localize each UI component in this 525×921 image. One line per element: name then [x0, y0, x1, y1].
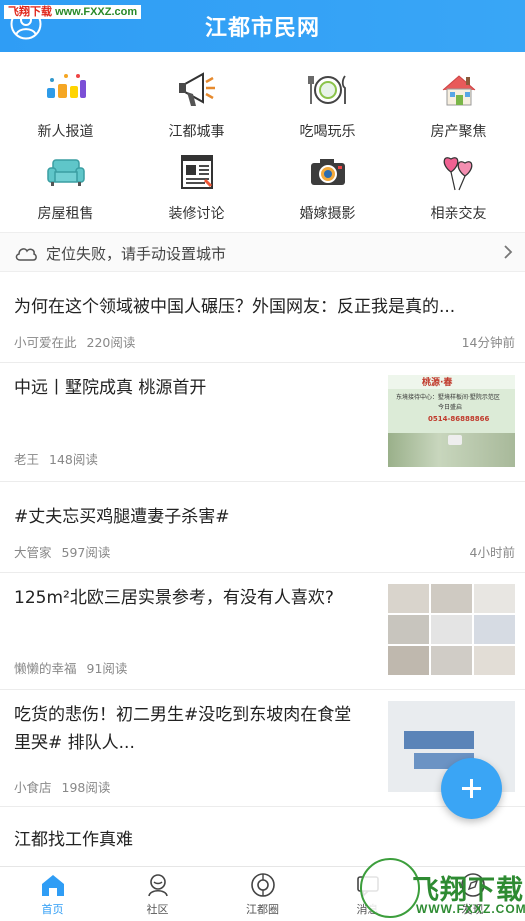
category-dating[interactable]: 相亲交友 [393, 150, 524, 223]
circle-icon [250, 873, 275, 897]
cloud-icon [15, 248, 37, 261]
plus-icon-vertical [470, 779, 473, 798]
thumb-tile [474, 584, 515, 613]
camera-icon [310, 159, 345, 185]
feed-item-title: #丈夫忘买鸡腿遭妻子杀害# [14, 507, 230, 527]
tab-label: 社区 [146, 903, 169, 916]
tab-label: 首页 [41, 903, 64, 916]
thumb-tile [388, 646, 429, 675]
feed-item-time: 14分钟前 [461, 335, 515, 350]
feed-item[interactable]: 为何在这个领域被中国人碾压？外国网友：反正我是真的... 小可爱在此 220阅读 … [0, 273, 525, 363]
feed-item-thumbnail: 桃源·春 东境接待中心：墅境样板间·墅院示范区 今日盛启 0514-868888… [388, 375, 515, 467]
add-post-button[interactable] [441, 758, 502, 819]
thumb-tile [388, 584, 429, 613]
category-rental[interactable]: 房屋租售 [0, 150, 131, 223]
feed-item-title: 125m²北欧三居实景参考，有没有人喜欢? [14, 588, 334, 608]
thumb-tile [431, 615, 472, 644]
feed-item-author: 懒懒的幸福 [14, 661, 77, 676]
category-real-estate[interactable]: 房产聚焦 [393, 68, 524, 141]
category-decoration[interactable]: 装修讨论 [131, 150, 262, 223]
feed-item-title: 为何在这个领域被中国人碾压？外国网友：反正我是真的... [14, 297, 456, 317]
thumb-tile [431, 646, 472, 675]
top-header: 飞翔下载 www.FXXZ.com 江都市民网 [0, 0, 525, 52]
feed-item-meta: 大管家 597阅读 [14, 542, 110, 561]
video-play-icon [448, 435, 462, 445]
category-new-member[interactable]: 新人报道 [0, 68, 131, 141]
house-icon [442, 75, 475, 106]
feed-item[interactable]: #丈夫忘买鸡腿遭妻子杀害# 大管家 597阅读 4小时前 [0, 483, 525, 573]
feed-item-meta: 老王 148阅读 [14, 449, 98, 468]
thumb-tile [388, 615, 429, 644]
feed-item-reads: 220阅读 [86, 335, 136, 350]
category-label: 婚嫁摄影 [299, 206, 356, 222]
feed-item[interactable]: 125m²北欧三居实景参考，有没有人喜欢? 懒懒的幸福 91阅读 [0, 574, 525, 690]
community-icon [147, 874, 168, 897]
tab-community[interactable]: 社区 [105, 871, 210, 917]
feed-item-title: 江都找工作真难 [14, 830, 133, 850]
heart-balloon-icon [443, 157, 472, 191]
feed-item-reads: 198阅读 [61, 780, 111, 795]
category-label: 江都城事 [168, 124, 225, 140]
feed-item-author: 小食店 [14, 780, 52, 795]
category-label: 新人报道 [37, 124, 94, 140]
feed-item-meta: 懒懒的幸福 91阅读 [14, 658, 127, 677]
feed-item-title: 吃货的悲伤！初二男生#没吃到东坡肉在食堂 [14, 705, 352, 725]
megaphone-icon [178, 72, 215, 106]
thumb-tile [474, 646, 515, 675]
category-wedding-photo[interactable]: 婚嫁摄影 [262, 150, 393, 223]
blueprint-icon [180, 155, 213, 189]
feed-item[interactable]: 中远丨墅院成真 桃源首开 老王 148阅读 桃源·春 东境接待中心：墅境样板间·墅… [0, 364, 525, 482]
watermark-logo-icon [360, 858, 420, 918]
feed-item-title-line2: 里哭# 排队人... [14, 733, 135, 753]
watermark-logo: 飞翔下载 WWW.FXXZ.COM [360, 858, 525, 921]
feed-item-reads: 91阅读 [86, 661, 128, 676]
thumb-phone: 0514-86888866 [428, 415, 490, 423]
category-label: 装修讨论 [168, 206, 225, 222]
feed-item-thumbnail [388, 584, 515, 675]
tab-label: 江都圈 [246, 903, 279, 916]
feed-item-meta: 小食店 198阅读 [14, 777, 110, 796]
feed-item-author: 小可爱在此 [14, 335, 77, 350]
home-icon [41, 875, 64, 896]
thumb-tile [431, 584, 472, 613]
category-city-news[interactable]: 江都城事 [131, 68, 262, 141]
category-dining[interactable]: 吃喝玩乐 [262, 68, 393, 141]
feed-item-reads: 597阅读 [61, 545, 111, 560]
feed-item-time: 4小时前 [469, 545, 515, 560]
sofa-icon [46, 159, 85, 186]
watermark-url-text: WWW.FXXZ.COM [416, 902, 525, 916]
feed-item-author: 老王 [14, 452, 40, 467]
thumb-text-2: 今日盛启 [438, 404, 463, 411]
dining-plate-icon [307, 75, 346, 104]
thumb-table [404, 731, 474, 749]
location-bar[interactable]: 定位失败，请手动设置城市 [0, 232, 525, 272]
thumb-headline: 桃源·春 [422, 378, 453, 388]
thumb-tile [474, 615, 515, 644]
category-label: 吃喝玩乐 [299, 124, 356, 140]
feed-item-author: 大管家 [14, 545, 52, 560]
category-label: 房屋租售 [37, 206, 94, 222]
location-message: 定位失败，请手动设置城市 [46, 245, 227, 263]
new-member-icon [46, 74, 86, 98]
tab-home[interactable]: 首页 [0, 871, 105, 917]
tab-circle[interactable]: 江都圈 [210, 871, 315, 917]
chevron-right-icon [504, 245, 513, 259]
feed-item-meta: 小可爱在此 220阅读 [14, 332, 135, 351]
category-label: 相亲交友 [430, 206, 487, 222]
app-title: 江都市民网 [204, 16, 320, 41]
category-label: 房产聚焦 [430, 124, 487, 140]
thumb-text: 东境接待中心：墅境样板间·墅院示范区 [396, 394, 500, 401]
feed-item-title: 中远丨墅院成真 桃源首开 [14, 378, 207, 398]
feed-item-reads: 148阅读 [49, 452, 98, 467]
